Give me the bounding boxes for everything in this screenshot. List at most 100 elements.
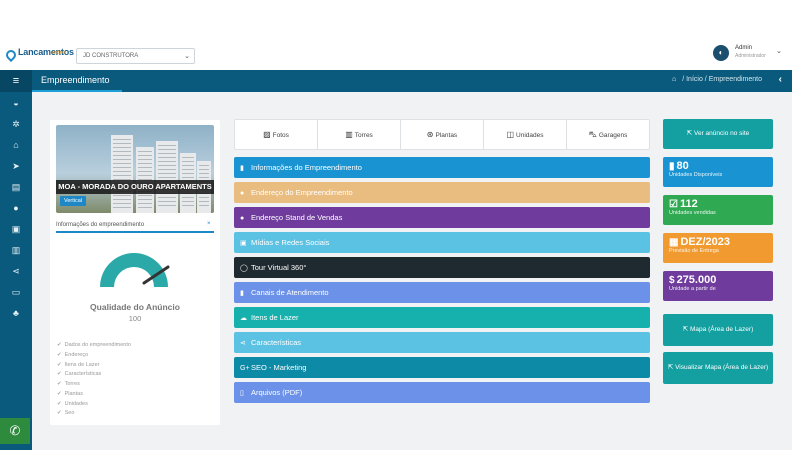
close-icon[interactable]: × xyxy=(207,221,211,227)
tab-unidades[interactable]: ◫ Unidades xyxy=(484,120,567,149)
section-informacoes[interactable]: ▮ Informações do Empreendimento xyxy=(234,157,650,178)
chevron-down-icon[interactable]: ⌄ xyxy=(776,47,782,55)
document-icon: ▮ xyxy=(240,290,244,297)
google-plus-icon: G+ xyxy=(240,365,250,372)
info-section-label: Informações do empreendimento xyxy=(56,222,145,228)
briefcase-icon[interactable]: ▣ xyxy=(9,222,23,236)
document-icon[interactable]: ▤ xyxy=(9,180,23,194)
circle-notch-icon: ◯ xyxy=(240,265,248,272)
stat-available-units: ▮ 80 Unidades Disponíveis xyxy=(663,157,773,187)
quality-gauge xyxy=(100,253,170,287)
car-icon: ⛍ xyxy=(588,130,597,139)
view-ad-button[interactable]: ⇱ Ver anúncio no site xyxy=(663,119,773,149)
cogs-icon[interactable]: ✲ xyxy=(9,117,23,131)
property-type-badge: Vertical xyxy=(60,196,87,206)
section-caracteristicas[interactable]: ⋖ Características xyxy=(234,332,650,353)
cloud-icon: ☁ xyxy=(240,315,247,322)
tab-plantas[interactable]: ⊛ Plantas xyxy=(401,120,484,149)
tab-fotos[interactable]: ▨ Fotos xyxy=(235,120,318,149)
stat-label: Unidades Disponíveis xyxy=(669,172,723,178)
check-icon: ✔ xyxy=(57,410,62,417)
stat-label: Unidades vendidas xyxy=(669,210,716,216)
check-icon: ✔ xyxy=(57,342,62,348)
send-icon[interactable]: ➤ xyxy=(9,159,23,173)
property-photo: MOA - MORADA DO OURO APARTAMENTS Vertica… xyxy=(56,125,214,213)
brand-name: Lancamentos xyxy=(18,47,74,57)
media-tabs: ▨ Fotos ▥ Torres ⊛ Plantas ◫ Unidades ⛍ Garag… xyxy=(234,119,650,150)
tab-garagens[interactable]: ⛍ Garagens xyxy=(567,120,649,149)
user-avatar[interactable]: ◐ xyxy=(713,45,729,61)
share-icon[interactable]: ⋖ xyxy=(9,264,23,278)
company-select[interactable]: JD CONSTRUTORA ⌄ xyxy=(76,48,195,64)
calendar-icon: ▦ xyxy=(669,237,679,248)
media-icon: ▣ xyxy=(240,240,247,247)
view-map-button[interactable]: ⇱ Visualizar Mapa (Área de Lazer) xyxy=(663,352,773,384)
checklist-item: ✔ Plantas xyxy=(57,390,83,397)
whatsapp-icon[interactable]: ✆ xyxy=(0,418,30,444)
map-marker-icon: ● xyxy=(240,215,245,222)
section-seo[interactable]: G+SEO - Marketing xyxy=(234,357,650,378)
breadcrumb: ⌂ / Início / Empreendimento xyxy=(672,76,762,83)
top-bar: Lancamentos online JD CONSTRUTORA ⌄ ◐ Ad… xyxy=(0,40,792,70)
tab-torres[interactable]: ▥ Torres xyxy=(318,120,401,149)
checklist-item: ✔ Unidades xyxy=(57,400,88,407)
page-header: ≡ Empreendimento ⌂ / Início / Empreendim… xyxy=(0,70,792,92)
building-icon: ▮ xyxy=(669,161,675,172)
external-link-icon: ⇱ xyxy=(682,326,691,333)
map-marker-icon: ● xyxy=(240,190,245,197)
dashboard-icon[interactable]: ◒ xyxy=(9,96,23,110)
check-icon: ✔ xyxy=(57,371,62,378)
section-endereco[interactable]: ● Endereço do Empreendimento xyxy=(234,182,650,203)
stat-value: 112 xyxy=(679,198,698,210)
checklist-item: ✔ Seo xyxy=(57,410,75,417)
breadcrumb-home[interactable]: Início xyxy=(686,76,703,83)
stat-starting-price: $275.000 Unidade a partir de xyxy=(663,271,773,301)
stat-value: DEZ/2023 xyxy=(680,236,730,248)
columns-icon: ◫ xyxy=(506,130,515,139)
chat-icon[interactable]: ● xyxy=(9,201,23,215)
checklist-item: ✔ Características xyxy=(57,371,102,378)
stat-sold-units: ☑ 112 Unidades vendidas xyxy=(663,195,773,225)
checklist-item: ✔ Itens de Lazer xyxy=(57,361,100,368)
section-itens-lazer[interactable]: ☁ Itens de Lazer xyxy=(234,307,650,328)
building-icon: ▥ xyxy=(345,130,353,139)
check-icon: ✔ xyxy=(57,381,62,387)
user-role: Administrador xyxy=(735,53,766,59)
sidebar: ◒ ✲ ⌂ ➤ ▤ ● ▣ ▥ ⋖ ▭ ♣ xyxy=(0,92,32,450)
breadcrumb-current: Empreendimento xyxy=(708,76,762,83)
bank-icon[interactable]: ⌂ xyxy=(9,138,23,152)
stat-delivery-date: ▦ DEZ/2023 Previsão de Entrega xyxy=(663,233,773,263)
check-icon: ✔ xyxy=(57,361,62,368)
user-name[interactable]: Admin xyxy=(735,45,752,51)
share-icon: ⋖ xyxy=(240,340,246,347)
section-stand-vendas[interactable]: ● Endereço Stand de Vendas xyxy=(234,207,650,228)
section-midias[interactable]: ▣ Mídias e Redes Sociais xyxy=(234,232,650,253)
section-canais[interactable]: ▮ Canais de Atendimento xyxy=(234,282,650,303)
quality-value: 100 xyxy=(128,314,142,323)
location-pin-icon xyxy=(3,47,19,63)
collapse-arrow-icon[interactable]: ‹ xyxy=(779,74,782,85)
home-icon[interactable]: ⌂ xyxy=(672,76,676,83)
section-arquivos[interactable]: ▯ Arquivos (PDF) xyxy=(234,382,650,403)
leisure-map-button[interactable]: ⇱ Mapa (Área de Lazer) xyxy=(663,314,773,346)
stat-label: Unidade a partir de xyxy=(669,286,716,292)
quality-checklist: ✔ Dados do empreendimento ✔ Endereço ✔ Iten… xyxy=(57,341,131,419)
property-name-banner: MOA - MORADA DO OURO APARTAMENTS xyxy=(56,180,214,194)
check-square-icon: ☑ xyxy=(669,199,678,210)
money-icon[interactable]: ▭ xyxy=(9,285,23,299)
stat-value: 80 xyxy=(676,160,689,172)
external-link-icon: ⇱ xyxy=(686,130,694,137)
gauge-arc xyxy=(100,253,168,287)
hamburger-menu-icon[interactable]: ≡ xyxy=(0,70,32,92)
building-shape xyxy=(111,135,133,213)
info-progress-bar xyxy=(56,231,214,233)
building-shape xyxy=(156,141,178,213)
dollar-icon: $ xyxy=(669,275,675,286)
check-icon: ✔ xyxy=(57,390,62,397)
document-icon: ▮ xyxy=(240,165,244,172)
bar-chart-icon[interactable]: ▥ xyxy=(9,243,23,257)
stat-value: 275.000 xyxy=(676,274,717,286)
external-link-icon: ⇱ xyxy=(667,364,676,371)
section-tour-virtual[interactable]: ◯ Tour Virtual 360° xyxy=(234,257,650,278)
users-icon[interactable]: ♣ xyxy=(9,306,23,320)
